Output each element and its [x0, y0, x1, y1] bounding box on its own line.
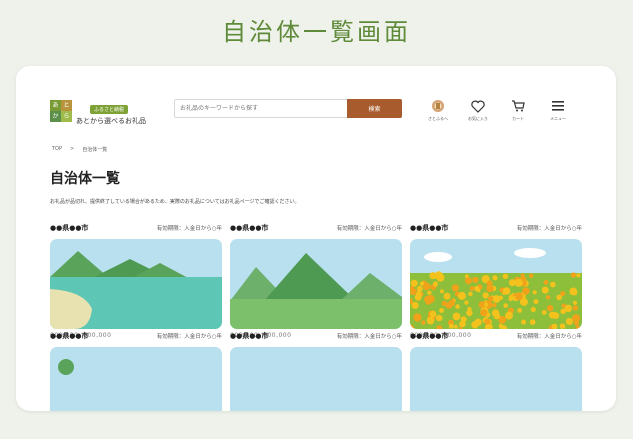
city-period: 有効期限：入金日から○年 — [516, 334, 582, 340]
city-name: ●●県●●市 — [50, 332, 89, 340]
city-name: ●●県●●市 — [410, 224, 449, 232]
city-card[interactable]: ●●県●●市 有効期限：入金日から○年 — [50, 330, 222, 411]
cart-icon — [510, 98, 526, 114]
furusato-icon — [430, 98, 446, 114]
nav-menu[interactable]: メニュー — [538, 98, 578, 122]
notice-text: お礼品が品切れ、提供終了している場合があるため、実際のお礼品についてはお礼品ペー… — [50, 199, 300, 205]
nav-furusato[interactable]: さとふるへ — [418, 98, 458, 122]
city-name: ●●県●●市 — [230, 224, 269, 232]
site-header: あ と か ら ふるさと納税 あとから選べるお礼品 検索 さとふるへ お — [16, 66, 616, 138]
city-name: ●●県●●市 — [410, 332, 449, 340]
breadcrumb-current: 自治体一覧 — [82, 147, 108, 153]
search-button[interactable]: 検索 — [347, 99, 402, 118]
nav-cart[interactable]: カート — [498, 98, 538, 122]
site-logo[interactable]: あ と か ら ふるさと納税 あとから選べるお礼品 — [50, 96, 146, 126]
screen-mockup: あ と か ら ふるさと納税 あとから選べるお礼品 検索 さとふるへ お — [16, 66, 616, 411]
city-period: 有効期限：入金日から○年 — [156, 226, 222, 232]
search-bar: 検索 — [174, 99, 402, 118]
city-card[interactable]: ●●県●●市 有効期限：入金日から○年 000,000, 000,000 — [230, 222, 402, 339]
page-heading: 自治体一覧画面 — [222, 18, 411, 46]
nav-favorites[interactable]: お気に入り — [458, 98, 498, 122]
city-name: ●●県●●市 — [230, 332, 269, 340]
city-image-lake — [50, 239, 222, 329]
logo-mark: あ と か ら — [50, 100, 72, 122]
city-image — [230, 347, 402, 411]
list-title: 自治体一覧 — [50, 171, 120, 187]
city-image — [410, 347, 582, 411]
heart-icon — [470, 98, 486, 114]
city-card[interactable]: ●●県●●市 有効期限：入金日から○年 — [410, 330, 582, 411]
logo-name: あとから選べるお礼品 — [76, 117, 146, 125]
breadcrumb-home[interactable]: TOP — [52, 146, 62, 153]
city-period: 有効期限：入金日から○年 — [156, 334, 222, 340]
city-period: 有効期限：入金日から○年 — [516, 226, 582, 232]
breadcrumb: TOP > 自治体一覧 — [52, 146, 107, 153]
city-name: ●●県●●市 — [50, 224, 89, 232]
city-card[interactable]: ●●県●●市 有効期限：入金日から○年 000,000, 000,000 — [50, 222, 222, 339]
city-period: 有効期限：入金日から○年 — [336, 226, 402, 232]
city-image-hills — [230, 239, 402, 329]
city-card[interactable]: ●●県●●市 有効期限：入金日から○年 — [230, 330, 402, 411]
search-input[interactable] — [174, 99, 347, 118]
city-image-flowers — [410, 239, 582, 329]
city-card[interactable]: ●●県●●市 有効期限：入金日から○年 000,000, 000,000 — [410, 222, 582, 339]
city-image — [50, 347, 222, 411]
logo-tag: ふるさと納税 — [90, 105, 129, 114]
menu-icon — [550, 98, 566, 114]
breadcrumb-separator: > — [70, 146, 75, 152]
city-period: 有効期限：入金日から○年 — [336, 334, 402, 340]
